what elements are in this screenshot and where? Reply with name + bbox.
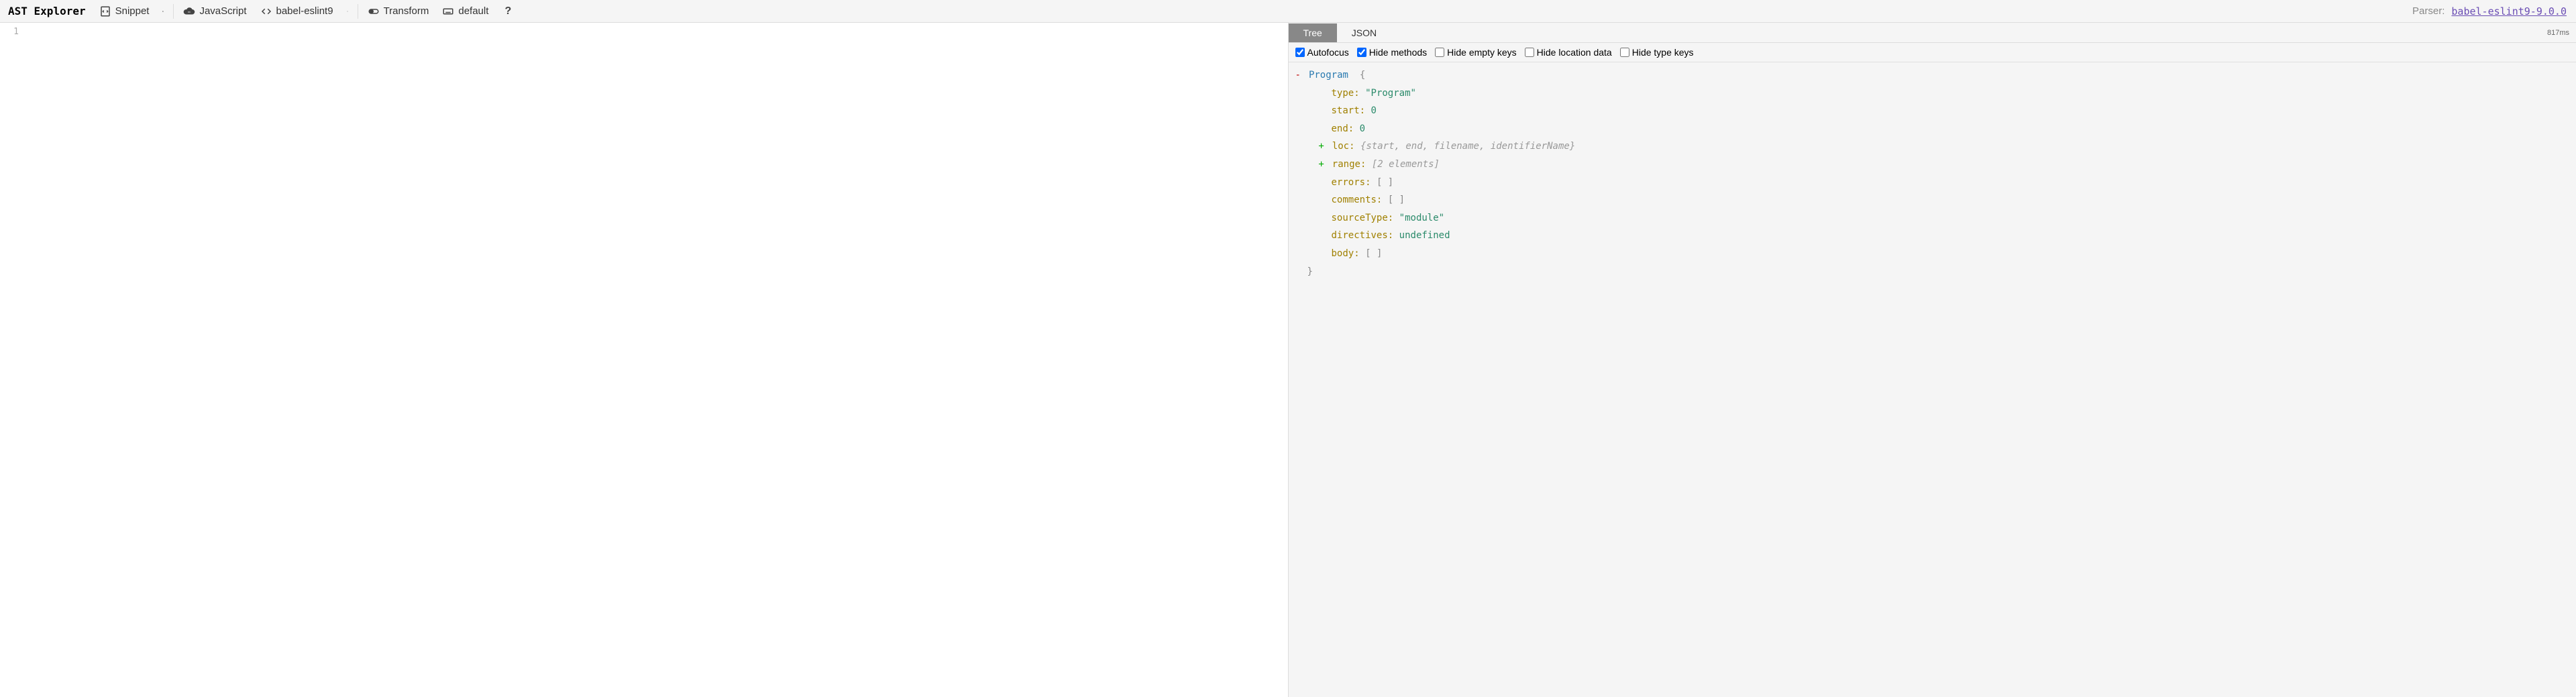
collapse-icon[interactable]: - [1295, 66, 1303, 85]
save-icon[interactable] [157, 5, 169, 17]
code-icon [260, 5, 272, 17]
parser-label: babel-eslint9 [276, 5, 333, 17]
code-file-icon [99, 5, 111, 17]
toolbar: AST Explorer Snippet ∞ JavaScript babel-… [0, 0, 2576, 23]
opt-hide-methods[interactable]: Hide methods [1357, 47, 1427, 58]
editor-gutter: 1 [0, 23, 24, 697]
opt-hide-type-keys[interactable]: Hide type keys [1620, 47, 1694, 58]
tab-tree[interactable]: Tree [1289, 23, 1337, 42]
tabs-row: Tree JSON 817ms [1289, 23, 2576, 43]
checkbox-autofocus[interactable] [1295, 48, 1305, 57]
prop-comments[interactable]: comments: [ ] [1295, 191, 2570, 209]
cloud-icon: ∞ [183, 5, 195, 17]
help-icon: ? [502, 5, 514, 17]
transform-menu[interactable]: Transform [362, 3, 435, 20]
keymap-label: default [458, 5, 488, 17]
main: 1 Tree JSON 817ms Autofocus Hide methods… [0, 23, 2576, 697]
expand-icon[interactable]: + [1318, 156, 1326, 174]
prop-directives[interactable]: directives: undefined [1295, 227, 2570, 245]
tab-json[interactable]: JSON [1337, 23, 1391, 42]
keymap-menu[interactable]: default [437, 3, 494, 20]
keyboard-icon [442, 5, 454, 17]
gear-icon[interactable] [341, 5, 354, 17]
prop-start[interactable]: start: 0 [1295, 102, 2570, 120]
code-area[interactable] [24, 23, 1288, 697]
node-program-close: } [1295, 263, 2570, 281]
snippet-label: Snippet [115, 5, 150, 17]
prop-errors[interactable]: errors: [ ] [1295, 174, 2570, 192]
code-editor[interactable]: 1 [0, 23, 1289, 697]
language-menu[interactable]: ∞ JavaScript [178, 3, 252, 20]
prop-loc[interactable]: + loc: {start, end, filename, identifier… [1295, 138, 2570, 156]
prop-range[interactable]: + range: [2 elements] [1295, 156, 2570, 174]
ast-tree[interactable]: - Program { type: "Program" start: 0 end… [1289, 62, 2576, 697]
options-row: Autofocus Hide methods Hide empty keys H… [1289, 43, 2576, 62]
language-label: JavaScript [199, 5, 246, 17]
prop-end[interactable]: end: 0 [1295, 120, 2570, 138]
parse-timing: 817ms [2547, 29, 2576, 37]
checkbox-hide-type-keys[interactable] [1620, 48, 1629, 57]
prop-type[interactable]: type: "Program" [1295, 85, 2570, 103]
checkbox-hide-methods[interactable] [1357, 48, 1366, 57]
checkbox-hide-empty-keys[interactable] [1435, 48, 1444, 57]
svg-text:∞: ∞ [189, 10, 191, 14]
parser-info-label: Parser: [2412, 5, 2445, 17]
transform-label: Transform [384, 5, 429, 17]
opt-hide-location-data[interactable]: Hide location data [1525, 47, 1612, 58]
snippet-menu[interactable]: Snippet [94, 3, 155, 20]
opt-hide-empty-keys[interactable]: Hide empty keys [1435, 47, 1516, 58]
prop-body[interactable]: body: [ ] [1295, 245, 2570, 263]
expand-icon[interactable]: + [1318, 138, 1326, 156]
output-panel: Tree JSON 817ms Autofocus Hide methods H… [1289, 23, 2576, 697]
prop-sourcetype[interactable]: sourceType: "module" [1295, 209, 2570, 227]
help-button[interactable]: ? [496, 3, 519, 20]
parser-version-link[interactable]: babel-eslint9-9.0.0 [2451, 5, 2571, 17]
parser-menu[interactable]: babel-eslint9 [255, 3, 339, 20]
app-title: AST Explorer [5, 5, 91, 17]
toolbar-separator [173, 4, 174, 19]
node-program[interactable]: - Program { [1295, 66, 2570, 85]
toggle-icon [368, 5, 380, 17]
line-number: 1 [0, 27, 19, 37]
opt-autofocus[interactable]: Autofocus [1295, 47, 1349, 58]
checkbox-hide-location-data[interactable] [1525, 48, 1534, 57]
